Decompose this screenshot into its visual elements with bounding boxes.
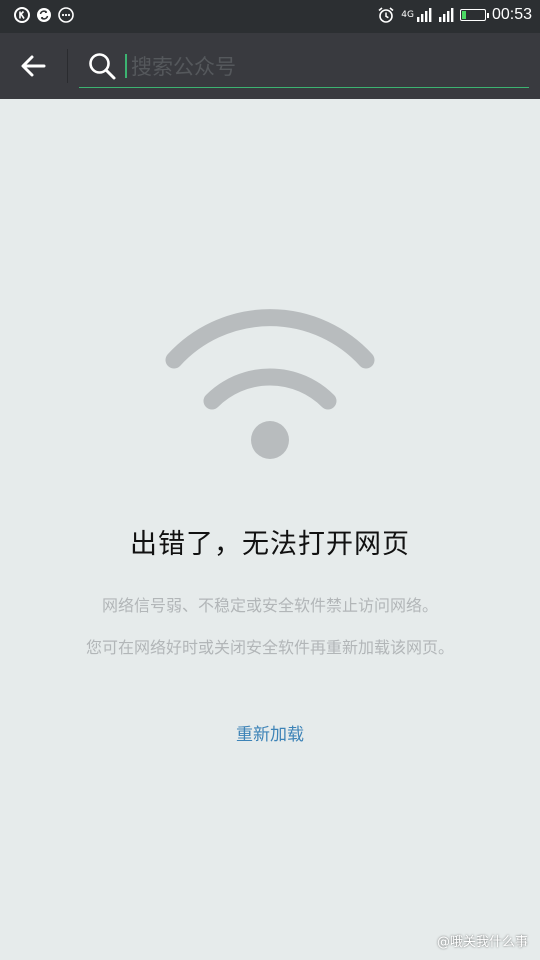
watermark-text: @哦关我什么事 — [436, 935, 528, 950]
battery-level — [461, 11, 466, 19]
battery-icon — [459, 9, 489, 21]
wifi-icon — [165, 309, 375, 459]
text-cursor — [125, 54, 127, 78]
error-message-suggestion: 您可在网络好时或关闭安全软件再重新加载该网页。 — [85, 638, 454, 657]
sync-icon — [37, 8, 51, 22]
status-time: 00:53 — [491, 6, 532, 23]
status-bar: 4G 00:53 — [0, 0, 540, 33]
alarm-icon — [378, 7, 394, 23]
search-input[interactable] — [129, 49, 523, 85]
back-arrow-icon[interactable] — [14, 46, 54, 86]
error-title: 出错了，无法打开网页 — [130, 529, 410, 560]
top-toolbar — [0, 33, 540, 99]
signal-4g-icon — [416, 8, 432, 22]
k-app-icon — [14, 7, 30, 23]
search-icon — [89, 53, 116, 80]
watermark: @哦关我什么事 — [437, 931, 528, 950]
search-bar[interactable] — [79, 45, 529, 88]
reload-button[interactable]: 重新加载 — [0, 720, 540, 745]
signal-icon — [438, 8, 454, 22]
more-dots-icon — [58, 7, 74, 23]
status-bar-right: 4G 00:53 — [377, 6, 532, 24]
error-message-network: 网络信号弱、不稳定或安全软件禁止访问网络。 — [101, 596, 438, 615]
network-type-label: 4G — [401, 10, 414, 20]
toolbar-divider — [67, 49, 68, 83]
status-bar-left — [14, 7, 74, 23]
